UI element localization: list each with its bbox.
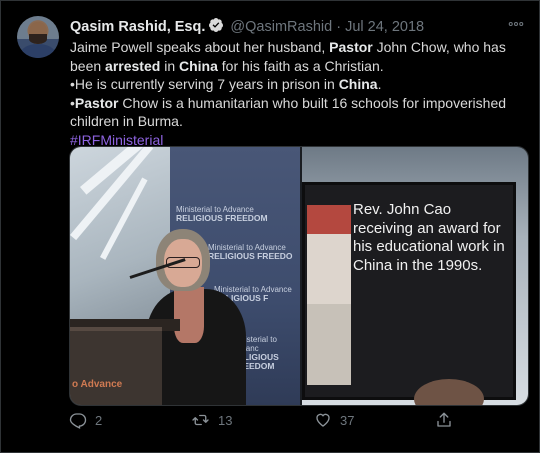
tweet-media[interactable]: Ministerial to Advance RELIGIOUS FREEDOM… — [69, 146, 529, 406]
share-button[interactable] — [435, 411, 453, 429]
tweet-paragraph-2: •He is currently serving 7 years in pris… — [70, 75, 525, 94]
banner-text-2: Ministerial to Advance RELIGIOUS FREEDO — [208, 243, 293, 261]
text-run: Jaime Powell speaks about her husband, — [70, 39, 330, 55]
screen-photo-thumbnail — [307, 205, 351, 385]
banner-text-1: Ministerial to Advance RELIGIOUS FREEDOM — [176, 205, 268, 223]
more-icon[interactable] — [507, 15, 525, 37]
author-handle[interactable]: @QasimRashid — [230, 19, 332, 35]
reply-button[interactable]: 2 — [69, 411, 102, 429]
retweet-count: 13 — [218, 412, 233, 428]
tweet-date[interactable]: Jul 24, 2018 — [345, 19, 424, 35]
text-run: •He is currently serving 7 years in pris… — [70, 76, 339, 93]
retweet-button[interactable]: 13 — [191, 411, 232, 429]
tweet-actions: 2 13 37 — [69, 411, 519, 435]
text-run: for his faith as a Christian. — [217, 57, 384, 74]
media-photo-speaker[interactable]: Ministerial to Advance RELIGIOUS FREEDOM… — [70, 147, 300, 405]
author-name[interactable]: Qasim Rashid, Esq. — [70, 19, 205, 35]
media-photo-screen[interactable]: Rev. John Cao receiving an award for his… — [302, 147, 528, 405]
tweet-card[interactable]: Qasim Rashid, Esq. @QasimRashid · Jul 24… — [0, 0, 540, 453]
verified-badge-icon — [208, 17, 224, 39]
text-run: in — [160, 57, 179, 74]
reply-count: 2 — [95, 412, 103, 428]
highlight-pastor: Pastor — [74, 94, 119, 111]
tweet-header: Qasim Rashid, Esq. @QasimRashid · Jul 24… — [70, 17, 521, 37]
tweet-paragraph-1: Jaime Powell speaks about her husband, P… — [70, 38, 525, 75]
display-screen: Rev. John Cao receiving an award for his… — [302, 182, 516, 400]
highlight-pastor: Pastor — [329, 39, 373, 55]
header-separator: · — [336, 19, 342, 35]
tweet-paragraph-3: •Pastor Chow is a humanitarian who built… — [70, 94, 525, 131]
text-run: Chow is a humanitarian who built 16 scho… — [70, 94, 507, 130]
author-avatar[interactable] — [17, 16, 59, 58]
reply-icon — [69, 411, 87, 429]
screen-caption: Rev. John Cao receiving an award for his… — [353, 201, 505, 274]
tweet-text: Jaime Powell speaks about her husband, P… — [70, 38, 525, 150]
highlight-china: China — [338, 76, 378, 93]
podium-text: o Advance — [72, 379, 123, 390]
highlight-arrested: arrested — [105, 57, 161, 74]
like-button[interactable]: 37 — [314, 411, 354, 429]
text-run: . — [377, 76, 382, 93]
share-icon — [435, 411, 453, 429]
speaker-scarf — [174, 287, 204, 343]
retweet-icon — [191, 411, 210, 429]
highlight-china: China — [179, 57, 218, 74]
avatar-suit — [21, 44, 55, 58]
heart-icon — [314, 411, 332, 429]
avatar-beard — [29, 34, 47, 44]
like-count: 37 — [340, 412, 355, 428]
podium — [70, 327, 162, 405]
